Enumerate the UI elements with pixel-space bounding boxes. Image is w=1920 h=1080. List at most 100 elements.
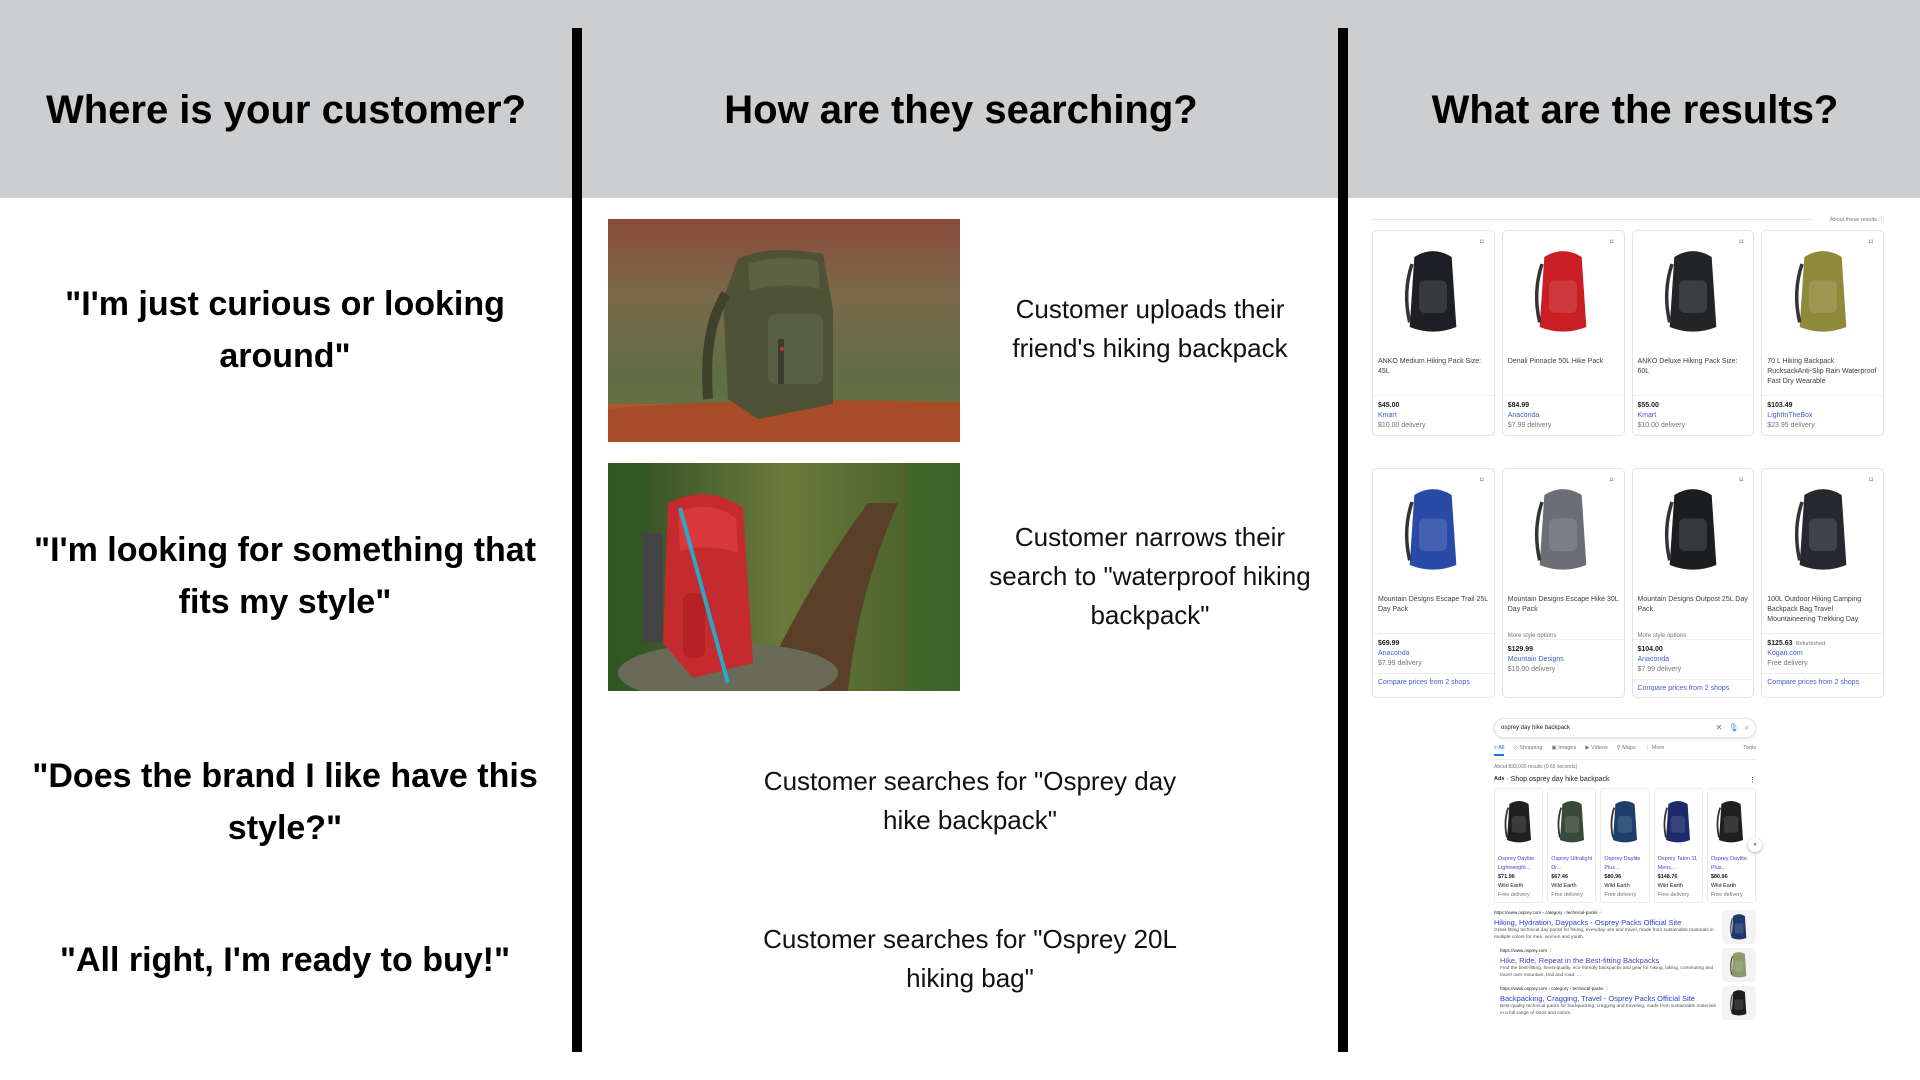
product-image[interactable]: ⌑ xyxy=(1373,231,1494,353)
tab-videos[interactable]: ▶ Videos xyxy=(1585,745,1607,756)
ad-product-name[interactable]: Osprey Daylite Plus... xyxy=(1601,855,1648,873)
backpack-icon xyxy=(1794,251,1846,332)
product-title[interactable]: Mountain Designs Outpost 25L Day Pack xyxy=(1633,591,1754,633)
product-image[interactable]: ⌑ xyxy=(1762,469,1883,591)
store-name[interactable]: LightInTheBox xyxy=(1767,411,1878,421)
price-box: $104.00 Anaconda $7.99 delivery xyxy=(1632,639,1754,679)
bookmark-icon[interactable]: ⌑ xyxy=(1475,236,1488,248)
price-box: $103.49 LightInTheBox $23.95 delivery xyxy=(1762,395,1883,435)
tab-shopping[interactable]: ◇ Shopping xyxy=(1513,745,1542,756)
backpack-icon xyxy=(1730,914,1747,940)
clear-icon[interactable]: ✕ xyxy=(1716,724,1723,732)
bookmark-icon[interactable]: ⌑ xyxy=(1605,236,1618,248)
result-url[interactable]: https://www.osprey.com ⋮ xyxy=(1500,948,1716,954)
product-title[interactable]: 70 L Hiking Backpack RucksackAnti-Slip R… xyxy=(1762,353,1883,395)
store-name[interactable]: Kmart xyxy=(1638,411,1749,421)
product-image[interactable]: ⌑ xyxy=(1633,469,1754,591)
store-name[interactable]: Kogan.com xyxy=(1767,649,1878,659)
product-title[interactable]: ANKO Medium Hiking Pack Size: 45L xyxy=(1373,353,1494,395)
result-url[interactable]: https://www.osprey.com › category › tech… xyxy=(1494,910,1716,916)
store-name[interactable]: Mountain Designs xyxy=(1508,655,1619,665)
result-title-link[interactable]: Backpacking, Cragging, Travel - Osprey P… xyxy=(1500,994,1716,1003)
product-card[interactable]: ⌑ ANKO Deluxe Hiking Pack Size: 60L $55.00… xyxy=(1631,230,1755,436)
product-title[interactable]: ANKO Deluxe Hiking Pack Size: 60L xyxy=(1633,353,1754,395)
bookmark-icon[interactable]: ⌑ xyxy=(1735,474,1748,486)
product-title[interactable]: 100L Outdoor Hiking Camping Backpack Bag… xyxy=(1762,591,1883,633)
product-title[interactable]: Mountain Designs Escape Trail 25L Day Pa… xyxy=(1373,591,1494,633)
product-price: $103.49 xyxy=(1767,402,1793,409)
bookmark-icon[interactable]: ⌑ xyxy=(1475,474,1488,486)
step-upload-text: Customer uploads their friend's hiking b… xyxy=(1012,294,1288,363)
tab-all[interactable]: ⌕ All xyxy=(1494,745,1505,756)
ad-product-name[interactable]: Osprey Daylite Plus... xyxy=(1708,855,1755,873)
quote-ready-to-buy: "All right, I'm ready to buy!" xyxy=(59,941,511,979)
compare-prices-link[interactable]: Compare prices from 2 shops xyxy=(1762,673,1883,691)
result-thumbnail[interactable] xyxy=(1722,986,1756,1020)
store-name[interactable]: Anaconda xyxy=(1508,411,1619,421)
ad-product-image[interactable] xyxy=(1495,789,1542,855)
price-box: $84.99 Anaconda $7.99 delivery xyxy=(1502,395,1624,435)
tab-maps[interactable]: ⚲ Maps xyxy=(1617,745,1636,756)
more-options-icon[interactable]: ⋮ xyxy=(1749,776,1756,784)
ad-product-name[interactable]: Osprey Talon 11 Mens... xyxy=(1655,855,1702,873)
result-title-link[interactable]: Hiking, Hydration, Daypacks - Osprey Pac… xyxy=(1494,918,1716,927)
ad-product-card[interactable]: Osprey Daylite Lightweight... $71.96 Wild … xyxy=(1494,788,1544,903)
product-card[interactable]: ⌑ Mountain Designs Escape Hike 30L Day Pa… xyxy=(1501,468,1625,698)
search-icon[interactable]: ⌕ xyxy=(1745,724,1749,732)
compare-prices-link[interactable]: Compare prices from 2 shops xyxy=(1373,673,1494,691)
ad-product-name[interactable]: Osprey Ultralight Dr... xyxy=(1548,855,1595,873)
result-title-link[interactable]: Hike, Ride, Repeat in the Best-fitting B… xyxy=(1500,956,1716,965)
ad-product-card[interactable]: Osprey Daylite Plus... $80.96 Wild Earth Fr… xyxy=(1600,788,1650,903)
compare-prices-link[interactable]: Compare prices from 2 shops xyxy=(1632,679,1754,697)
store-name[interactable]: Anaconda xyxy=(1378,649,1489,659)
delivery-info: Free delivery xyxy=(1767,660,1808,667)
ad-product-image[interactable] xyxy=(1601,789,1648,855)
olive-backpack-photo xyxy=(608,219,960,442)
product-image[interactable]: ⌑ xyxy=(1503,231,1624,353)
product-image[interactable]: ⌑ xyxy=(1762,231,1883,353)
bookmark-icon[interactable]: ⌑ xyxy=(1735,236,1748,248)
delivery-info: $10.00 delivery xyxy=(1507,666,1556,673)
about-these-results[interactable]: About these results ⓘ xyxy=(1372,215,1884,225)
product-card[interactable]: ⌑ Denali Pinnacle 50L Hike Pack $84.99 Anac… xyxy=(1501,230,1625,436)
quote-style: "I'm looking for something that fits my … xyxy=(33,531,537,621)
result-thumbnail[interactable] xyxy=(1722,910,1756,944)
search-query[interactable]: osprey day hike backpack xyxy=(1501,725,1710,731)
product-title[interactable]: Mountain Designs Escape Hike 30L Day Pac… xyxy=(1503,591,1624,633)
tab-more[interactable]: ⋮ More xyxy=(1645,745,1665,756)
product-card[interactable]: ⌑ 100L Outdoor Hiking Camping Backpack Ba… xyxy=(1761,468,1884,698)
product-card[interactable]: ⌑ 70 L Hiking Backpack RucksackAnti-Slip … xyxy=(1761,230,1884,436)
price-box: $55.00 Kmart $10.00 delivery xyxy=(1632,395,1754,435)
tab-images[interactable]: ▣ Images xyxy=(1551,745,1576,756)
microphone-icon[interactable]: 🎙 xyxy=(1728,724,1738,732)
backpack-icon xyxy=(1730,952,1747,978)
store-name[interactable]: Anaconda xyxy=(1638,655,1749,665)
bookmark-icon[interactable]: ⌑ xyxy=(1865,474,1877,486)
bookmark-icon[interactable]: ⌑ xyxy=(1865,236,1877,248)
product-image[interactable]: ⌑ xyxy=(1633,231,1754,353)
ad-product-card[interactable]: Osprey Talon 11 Mens... $148.76 Wild Earth… xyxy=(1653,788,1703,903)
search-tabs: ⌕ All ◇ Shopping ▣ Images ▶ Videos ⚲ Map… xyxy=(1494,745,1756,760)
ad-product-price: $80.96 xyxy=(1710,874,1728,880)
tools-button[interactable]: Tools xyxy=(1743,745,1756,756)
red-backpack-photo xyxy=(608,463,960,691)
carousel-next-button[interactable]: » xyxy=(1748,838,1762,852)
ad-product-name[interactable]: Osprey Daylite Lightweight... xyxy=(1495,855,1542,873)
ad-product-image[interactable] xyxy=(1655,789,1702,855)
product-card[interactable]: ⌑ ANKO Medium Hiking Pack Size: 45L $45.00… xyxy=(1372,230,1495,436)
bookmark-icon[interactable]: ⌑ xyxy=(1605,474,1618,486)
store-name[interactable]: Kmart xyxy=(1378,411,1489,421)
result-thumbnail[interactable] xyxy=(1722,948,1756,982)
delivery-info: $7.99 delivery xyxy=(1378,660,1422,667)
product-image[interactable]: ⌑ xyxy=(1373,469,1494,591)
ads-label: Ads xyxy=(1494,776,1505,782)
product-image[interactable]: ⌑ xyxy=(1503,469,1624,591)
product-card[interactable]: ⌑ Mountain Designs Escape Trail 25L Day P… xyxy=(1372,468,1495,698)
ad-product-card[interactable]: Osprey Ultralight Dr... $67.46 Wild Earth F… xyxy=(1547,788,1597,903)
search-box[interactable]: osprey day hike backpack ✕ 🎙 ⌕ xyxy=(1494,718,1756,738)
ad-product-image[interactable] xyxy=(1548,789,1595,855)
product-card[interactable]: ⌑ Mountain Designs Outpost 25L Day Pack Mo… xyxy=(1631,468,1755,698)
quote-curious: "I'm just curious or looking around" xyxy=(65,285,505,375)
product-title[interactable]: Denali Pinnacle 50L Hike Pack xyxy=(1503,353,1624,395)
result-url[interactable]: https://www.osprey.com › category › tech… xyxy=(1500,986,1716,992)
